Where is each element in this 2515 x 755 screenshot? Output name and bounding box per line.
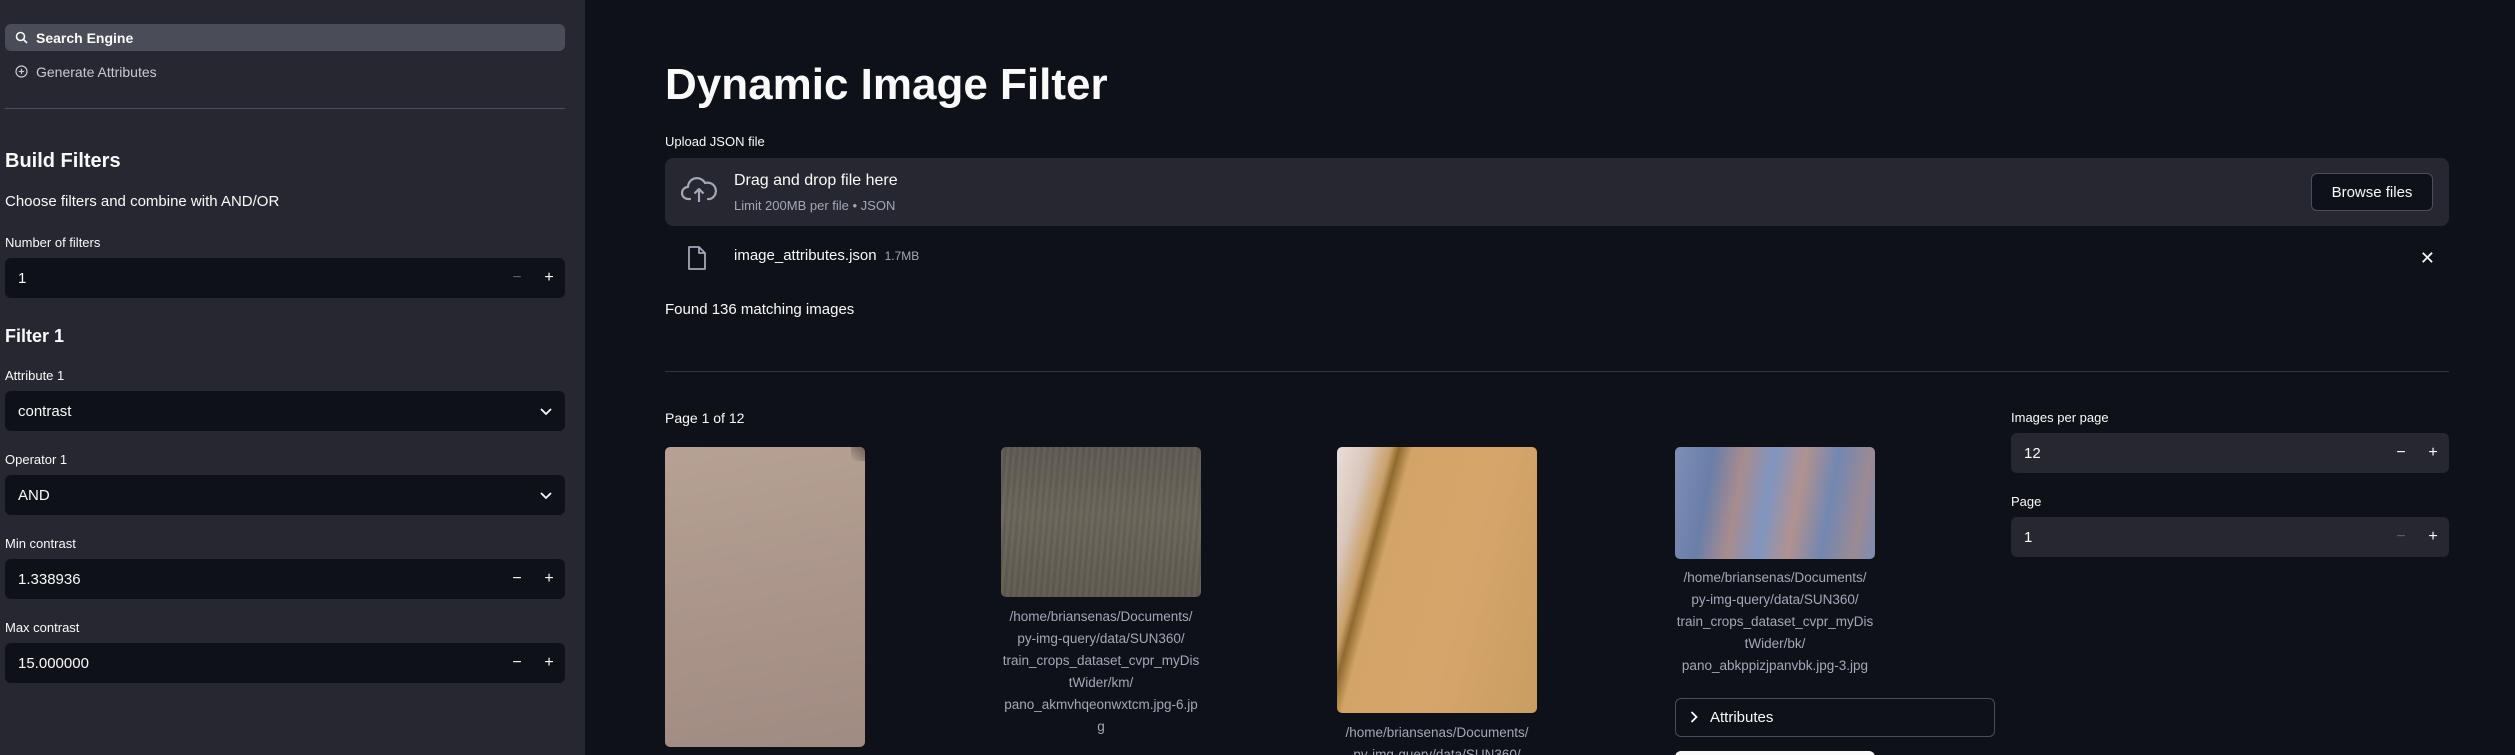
result-caption-2: /home/briansenas/Documents/ py-img-query… bbox=[1002, 609, 1200, 734]
result-image-2[interactable] bbox=[1001, 447, 1201, 597]
attribute-value: contrast bbox=[18, 402, 72, 420]
result-image-4[interactable] bbox=[1675, 447, 1875, 559]
build-filters-title: Build Filters bbox=[5, 150, 121, 172]
min-contrast-label: Min contrast bbox=[5, 536, 76, 551]
operator-value: AND bbox=[18, 486, 50, 504]
uploaded-file-row: image_attributes.json 1.7MB ✕ bbox=[665, 242, 2449, 278]
file-icon bbox=[687, 246, 707, 275]
close-icon[interactable]: ✕ bbox=[2420, 248, 2435, 269]
nav-search-engine[interactable]: Search Engine bbox=[5, 24, 565, 51]
chevron-down-icon bbox=[540, 487, 552, 504]
min-contrast-increment-button[interactable]: + bbox=[533, 559, 565, 599]
file-size: 1.7MB bbox=[884, 249, 920, 263]
cloud-upload-icon bbox=[680, 175, 717, 210]
max-contrast-input[interactable]: 15.000000 − + bbox=[5, 643, 565, 683]
dropzone-subtitle: Limit 200MB per file • JSON bbox=[734, 198, 896, 213]
page-label: Page bbox=[2011, 494, 2042, 509]
num-filters-decrement-button[interactable]: − bbox=[501, 258, 533, 298]
result-caption-4: /home/briansenas/Documents/ py-img-query… bbox=[1676, 570, 1874, 673]
upload-label: Upload JSON file bbox=[665, 134, 765, 149]
main-divider bbox=[665, 371, 2449, 372]
sidebar: Search Engine Generate Attributes Build … bbox=[0, 0, 585, 755]
sidebar-divider bbox=[5, 108, 565, 109]
result-caption-3: /home/briansenas/Documents/ py-img-query… bbox=[1345, 725, 1529, 755]
build-filters-subtitle: Choose filters and combine with AND/OR bbox=[5, 193, 280, 210]
file-dropzone[interactable]: Drag and drop file here Limit 200MB per … bbox=[665, 158, 2449, 226]
images-per-page-label: Images per page bbox=[2011, 410, 2109, 425]
nav-generate-attributes-label: Generate Attributes bbox=[36, 63, 157, 80]
max-contrast-value[interactable]: 15.000000 bbox=[5, 655, 501, 672]
page-input[interactable]: 1 − + bbox=[2011, 517, 2449, 557]
results-count: Found 136 matching images bbox=[665, 301, 855, 318]
images-per-page-increment-button[interactable]: + bbox=[2417, 433, 2449, 473]
min-contrast-decrement-button[interactable]: − bbox=[501, 559, 533, 599]
filter1-title: Filter 1 bbox=[5, 326, 65, 346]
attributes-expander[interactable]: Attributes bbox=[1675, 698, 1995, 737]
images-per-page-input[interactable]: 12 − + bbox=[2011, 433, 2449, 473]
min-contrast-value[interactable]: 1.338936 bbox=[5, 571, 501, 588]
operator-select[interactable]: AND bbox=[5, 475, 565, 515]
num-filters-input[interactable]: 1 − + bbox=[5, 258, 565, 298]
page-indicator: Page 1 of 12 bbox=[665, 410, 745, 426]
operator-label: Operator 1 bbox=[5, 452, 68, 467]
attribute-select[interactable]: contrast bbox=[5, 391, 565, 431]
num-filters-label: Number of filters bbox=[5, 235, 101, 250]
page-title: Dynamic Image Filter bbox=[665, 60, 1108, 109]
num-filters-value[interactable]: 1 bbox=[5, 270, 501, 287]
attributes-expander-label: Attributes bbox=[1710, 709, 1774, 726]
max-contrast-increment-button[interactable]: + bbox=[533, 643, 565, 683]
page-decrement-button[interactable]: − bbox=[2385, 517, 2417, 557]
nav-search-engine-label: Search Engine bbox=[36, 29, 134, 46]
max-contrast-decrement-button[interactable]: − bbox=[501, 643, 533, 683]
page-increment-button[interactable]: + bbox=[2417, 517, 2449, 557]
min-contrast-input[interactable]: 1.338936 − + bbox=[5, 559, 565, 599]
next-element-peek bbox=[1675, 751, 1875, 755]
result-image-1[interactable] bbox=[665, 447, 865, 747]
chevron-down-icon bbox=[540, 403, 552, 420]
dropzone-title: Drag and drop file here bbox=[734, 172, 898, 189]
file-name: image_attributes.json bbox=[734, 247, 877, 264]
images-per-page-decrement-button[interactable]: − bbox=[2385, 433, 2417, 473]
chevron-right-icon bbox=[1690, 710, 1698, 726]
search-icon bbox=[14, 31, 28, 45]
plus-circle-icon bbox=[14, 65, 28, 79]
page-value[interactable]: 1 bbox=[2011, 529, 2385, 546]
nav-generate-attributes[interactable]: Generate Attributes bbox=[5, 58, 565, 85]
images-per-page-value[interactable]: 12 bbox=[2011, 445, 2385, 462]
num-filters-increment-button[interactable]: + bbox=[533, 258, 565, 298]
attribute-label: Attribute 1 bbox=[5, 368, 65, 383]
max-contrast-label: Max contrast bbox=[5, 620, 80, 635]
browse-files-button[interactable]: Browse files bbox=[2311, 173, 2433, 211]
result-image-3[interactable] bbox=[1337, 447, 1537, 713]
